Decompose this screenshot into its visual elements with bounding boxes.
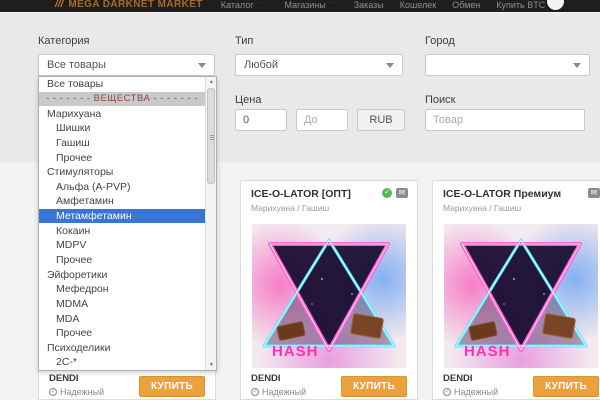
svg-text:HASH: HASH bbox=[272, 343, 319, 360]
dropdown-item[interactable]: Гашиш bbox=[39, 136, 205, 151]
chevron-down-icon bbox=[573, 63, 581, 68]
buy-button[interactable]: КУПИТЬ bbox=[139, 376, 205, 397]
dropdown-item[interactable]: Мефедрон bbox=[39, 282, 205, 297]
dropdown-item[interactable]: Психоделики bbox=[39, 341, 205, 356]
category-select[interactable]: Все товары bbox=[38, 54, 215, 76]
trusted-icon: ✓ bbox=[251, 388, 259, 396]
buy-button[interactable]: КУПИТЬ bbox=[533, 376, 599, 397]
top-nav-link[interactable]: Обмен bbox=[452, 0, 480, 10]
dropdown-item[interactable]: Стимуляторы bbox=[39, 165, 205, 180]
currency-select[interactable]: RUB bbox=[357, 109, 405, 131]
product-title[interactable]: ICE-O-LATOR [ОПТ] bbox=[251, 188, 381, 200]
dropdown-item[interactable]: Амфетамин bbox=[39, 194, 205, 209]
scrollbar-thumb[interactable] bbox=[207, 88, 215, 184]
product-card-footer: DENDI ✓ Надежный КУПИТЬ bbox=[49, 373, 205, 397]
city-select[interactable] bbox=[425, 54, 590, 76]
dropdown-item[interactable]: Метамфетамин bbox=[39, 209, 205, 224]
dropdown-item[interactable]: Марихуана bbox=[39, 106, 205, 121]
verified-check-icon: ✓ bbox=[382, 188, 392, 198]
category-label: Категория bbox=[38, 35, 89, 47]
neon-triangle-artwork: HASH bbox=[444, 224, 598, 368]
trusted-icon: ✓ bbox=[443, 388, 451, 396]
chevron-down-icon bbox=[386, 63, 394, 68]
top-nav-link[interactable]: Каталог····· bbox=[221, 0, 269, 10]
scroll-down-icon[interactable]: ▼ bbox=[206, 360, 217, 370]
product-image[interactable]: HASH bbox=[252, 224, 406, 368]
dropdown-item[interactable]: - - - - - - - ВЕЩЕСТВА - - - - - - - bbox=[39, 92, 205, 107]
dropdown-item[interactable]: MDMA bbox=[39, 297, 205, 312]
product-card-header: ICE-O-LATOR Премиум Марихуана / Гашиш ✓ … bbox=[433, 181, 600, 213]
category-options: Все товары- - - - - - - ВЕЩЕСТВА - - - -… bbox=[39, 77, 205, 370]
dropdown-item[interactable]: Кокаин bbox=[39, 223, 205, 238]
price-to-input[interactable] bbox=[296, 109, 348, 131]
product-image[interactable]: HASH bbox=[444, 224, 598, 368]
product-card: ICE-O-LATOR Премиум Марихуана / Гашиш ✓ … bbox=[432, 180, 600, 400]
city-label: Город bbox=[425, 35, 455, 47]
dropdown-item[interactable]: 2C-* bbox=[39, 355, 205, 370]
product-card-footer: DENDI ✓ Надежный КУПИТЬ bbox=[443, 373, 599, 397]
envelope-icon[interactable]: ✉ bbox=[396, 188, 408, 198]
product-category: Марихуана / Гашиш bbox=[443, 203, 599, 213]
dropdown-item[interactable]: Шишки bbox=[39, 121, 205, 136]
dropdown-item[interactable]: MDA bbox=[39, 311, 205, 326]
dropdown-item[interactable]: Альфа (A-PVP) bbox=[39, 179, 205, 194]
svg-text:HASH: HASH bbox=[464, 343, 511, 360]
brand-title[interactable]: MEGA DARKNET MARKET bbox=[68, 0, 202, 10]
nav-counter: ····· bbox=[254, 0, 269, 6]
type-label: Тип bbox=[235, 35, 253, 47]
type-select-value: Любой bbox=[244, 59, 278, 71]
scroll-up-icon[interactable]: ▲ bbox=[206, 77, 217, 87]
dropdown-item[interactable]: Прочее bbox=[39, 150, 205, 165]
top-navigation-bar: /// MEGA DARKNET MARKET Каталог····· Мага… bbox=[0, 0, 600, 12]
product-card: ICE-O-LATOR [ОПТ] Марихуана / Гашиш ✓ ✉ … bbox=[240, 180, 418, 400]
dropdown-scrollbar[interactable]: ▲ ▼ bbox=[205, 77, 216, 370]
top-nav-link[interactable]: Купить BTC bbox=[496, 0, 545, 10]
dropdown-item[interactable]: Прочее bbox=[39, 253, 205, 268]
top-nav-links: Каталог····· Магазины···· Заказы Кошелек Обм… bbox=[221, 0, 561, 12]
type-select[interactable]: Любой bbox=[235, 54, 403, 76]
category-dropdown-list: Все товары- - - - - - - ВЕЩЕСТВА - - - -… bbox=[38, 76, 217, 371]
product-card-header: ICE-O-LATOR [ОПТ] Марихуана / Гашиш ✓ ✉ bbox=[241, 181, 417, 213]
neon-triangle-artwork: HASH bbox=[252, 224, 406, 368]
price-from-input[interactable] bbox=[235, 109, 287, 131]
product-card-footer: DENDI ✓ Надежный КУПИТЬ bbox=[251, 373, 407, 397]
top-nav-link[interactable]: Магазины···· bbox=[285, 0, 338, 10]
envelope-icon[interactable]: ✉ bbox=[588, 188, 600, 198]
page: /// MEGA DARKNET MARKET Каталог····· Мага… bbox=[0, 0, 600, 400]
product-title[interactable]: ICE-O-LATOR Премиум bbox=[443, 188, 573, 200]
trusted-icon: ✓ bbox=[49, 388, 57, 396]
dropdown-item[interactable]: Все товары bbox=[39, 77, 205, 92]
top-nav-link[interactable]: Заказы bbox=[354, 0, 384, 10]
dropdown-item[interactable]: Эйфоретики bbox=[39, 267, 205, 282]
buy-button[interactable]: КУПИТЬ bbox=[341, 376, 407, 397]
nav-counter: ···· bbox=[326, 0, 338, 6]
dropdown-item[interactable]: Прочее bbox=[39, 326, 205, 341]
top-nav-link[interactable]: Кошелек bbox=[400, 0, 436, 10]
search-label: Поиск bbox=[425, 94, 455, 106]
chevron-down-icon bbox=[198, 63, 206, 68]
search-input[interactable] bbox=[425, 109, 585, 131]
price-label: Цена bbox=[235, 94, 261, 106]
dropdown-item[interactable]: MDPV bbox=[39, 238, 205, 253]
logo-icon: /// bbox=[55, 0, 63, 10]
product-category: Марихуана / Гашиш bbox=[251, 203, 407, 213]
category-select-value: Все товары bbox=[47, 59, 106, 71]
